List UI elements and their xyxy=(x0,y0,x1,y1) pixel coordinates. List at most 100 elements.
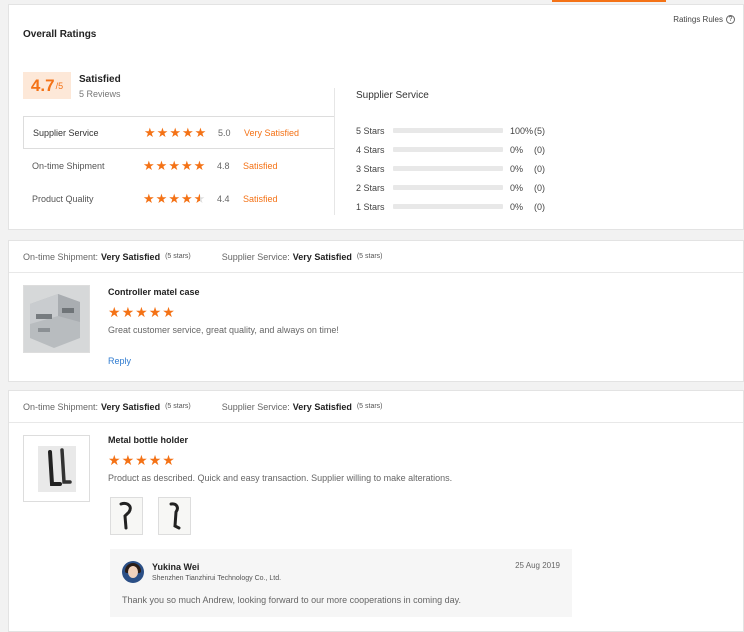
review-photo-2-image xyxy=(169,502,181,530)
star-icon: ★ xyxy=(155,191,168,206)
distribution-count: (0) xyxy=(534,144,545,155)
star-icon: ★ xyxy=(121,452,135,468)
half-star-icon: ★ xyxy=(193,191,206,206)
metric-score: 5.0 xyxy=(218,127,231,138)
metal-case-image xyxy=(24,286,89,352)
distribution-percent: 0% xyxy=(510,182,524,193)
star-icon: ★ xyxy=(144,125,156,140)
metric-score: 4.4 xyxy=(217,193,230,204)
star-icon: ★ xyxy=(148,304,162,320)
distribution-count: (0) xyxy=(534,201,545,212)
star-icon: ★ xyxy=(148,452,162,468)
star-icon: ★ xyxy=(168,191,180,206)
product-name: Metal bottle holder xyxy=(108,435,189,445)
shipment-label: On-time Shipment: xyxy=(23,401,99,412)
review-text: Great customer service, great quality, a… xyxy=(108,325,339,335)
service-label: Supplier Service: xyxy=(221,401,290,412)
review-photo[interactable] xyxy=(158,497,191,535)
review-text: Product as described. Quick and easy tra… xyxy=(108,473,453,483)
distribution-row: 4 Stars 0% (0) xyxy=(356,140,606,159)
star-icon: ★ xyxy=(135,304,148,320)
overall-score: 4.7 xyxy=(30,75,55,95)
rating-metrics: Supplier Service ★ ★ ★ ★ ★ 5.0 Very Satisfie… xyxy=(23,116,335,215)
metric-desc: Satisfied xyxy=(243,160,278,171)
review-card: On-time Shipment: Very Satisfied (5 star… xyxy=(8,390,744,632)
distribution-row: 3 Stars 0% (0) xyxy=(356,159,606,178)
star-icon: ★ xyxy=(162,304,175,320)
product-image[interactable] xyxy=(23,285,90,353)
distribution-label: 5 Stars xyxy=(356,125,385,136)
star-rating: ★ ★ ★ ★ ★ xyxy=(143,159,215,172)
reply-date: 25 Aug 2019 xyxy=(515,561,560,570)
service-value: Very Satisfied xyxy=(292,251,352,262)
metric-supplier-service[interactable]: Supplier Service ★ ★ ★ ★ ★ 5.0 Very Satisfie… xyxy=(23,116,335,149)
replier-company: Shenzhen Tianzhirui Technology Co., Ltd. xyxy=(152,575,282,582)
star-icon: ★ xyxy=(135,452,148,468)
avatar xyxy=(122,561,144,583)
metric-product-quality[interactable]: Product Quality ★ ★ ★ ★ ★ 4.4 Satisfied xyxy=(23,182,335,215)
star-icon: ★ xyxy=(168,158,180,173)
star-icon: ★ xyxy=(143,158,155,173)
distribution-label: 4 Stars xyxy=(356,144,385,155)
distribution-percent: 100% xyxy=(510,125,534,136)
star-icon: ★ xyxy=(121,304,135,320)
active-tab-indicator xyxy=(552,0,666,2)
distribution-bar xyxy=(393,147,503,152)
distribution-row: 5 Stars 100% (5) xyxy=(356,121,606,140)
star-icon: ★ xyxy=(180,191,193,206)
star-icon: ★ xyxy=(162,452,175,468)
distribution-bar xyxy=(393,128,503,133)
ratings-rules-label: Ratings Rules xyxy=(673,15,723,24)
review-stars: ★ ★ ★ ★ ★ xyxy=(108,305,175,319)
star-icon: ★ xyxy=(194,125,207,140)
divider xyxy=(334,88,335,215)
star-icon: ★ xyxy=(108,452,121,468)
distribution-row: 2 Stars 0% (0) xyxy=(356,178,606,197)
star-icon: ★ xyxy=(143,191,155,206)
distribution-count: (0) xyxy=(534,182,545,193)
star-icon: ★ xyxy=(181,125,194,140)
shipment-value: Very Satisfied xyxy=(101,251,161,262)
service-value: Very Satisfied xyxy=(292,401,352,412)
overall-score-max: /5 xyxy=(55,80,64,91)
distribution-count: (0) xyxy=(534,163,545,174)
distribution-label: 2 Stars xyxy=(356,182,385,193)
shipment-label: On-time Shipment: xyxy=(23,251,99,262)
question-icon: ? xyxy=(726,15,735,24)
reply-link[interactable]: Reply xyxy=(108,356,131,366)
star-icon: ★ xyxy=(155,158,168,173)
overall-score-badge: 4.7 /5 xyxy=(23,72,71,99)
distribution-bar xyxy=(393,166,503,171)
shipment-value: Very Satisfied xyxy=(101,401,161,412)
star-icon: ★ xyxy=(169,125,181,140)
metric-label: Product Quality xyxy=(32,193,94,204)
service-stars: (5 stars) xyxy=(356,253,383,260)
review-photo[interactable] xyxy=(110,497,143,535)
metric-desc: Satisfied xyxy=(243,193,278,204)
star-rating: ★ ★ ★ ★ ★ xyxy=(143,192,215,205)
service-label: Supplier Service: xyxy=(221,251,290,262)
star-icon: ★ xyxy=(193,158,206,173)
ratings-rules-link[interactable]: Ratings Rules ? xyxy=(673,15,735,24)
star-icon: ★ xyxy=(180,158,193,173)
reply-text: Thank you so much Andrew, looking forwar… xyxy=(122,595,462,605)
supplier-service-title: Supplier Service xyxy=(356,90,429,101)
product-image[interactable] xyxy=(23,435,90,502)
metric-on-time-shipment[interactable]: On-time Shipment ★ ★ ★ ★ ★ 4.8 Satisfied xyxy=(23,149,335,182)
review-photo-1-image xyxy=(119,502,132,530)
distribution-row: 1 Stars 0% (0) xyxy=(356,197,606,216)
star-rating: ★ ★ ★ ★ ★ xyxy=(144,126,216,139)
service-stars: (5 stars) xyxy=(356,403,383,410)
distribution-bar xyxy=(393,185,503,190)
distribution-percent: 0% xyxy=(510,201,524,212)
supplier-reply: Yukina Wei Shenzhen Tianzhirui Technolog… xyxy=(110,549,572,617)
review-stars: ★ ★ ★ ★ ★ xyxy=(108,453,175,467)
overall-ratings-card: Overall Ratings Ratings Rules ? 4.7 /5 S… xyxy=(8,4,744,230)
star-distribution: 5 Stars 100% (5) 4 Stars 0% (0) 3 Stars … xyxy=(356,121,606,216)
metric-score: 4.8 xyxy=(217,160,230,171)
shipment-stars: (5 stars) xyxy=(165,253,191,260)
distribution-percent: 0% xyxy=(510,144,524,155)
distribution-count: (5) xyxy=(534,125,545,136)
star-icon: ★ xyxy=(156,125,169,140)
distribution-bar xyxy=(393,204,503,209)
